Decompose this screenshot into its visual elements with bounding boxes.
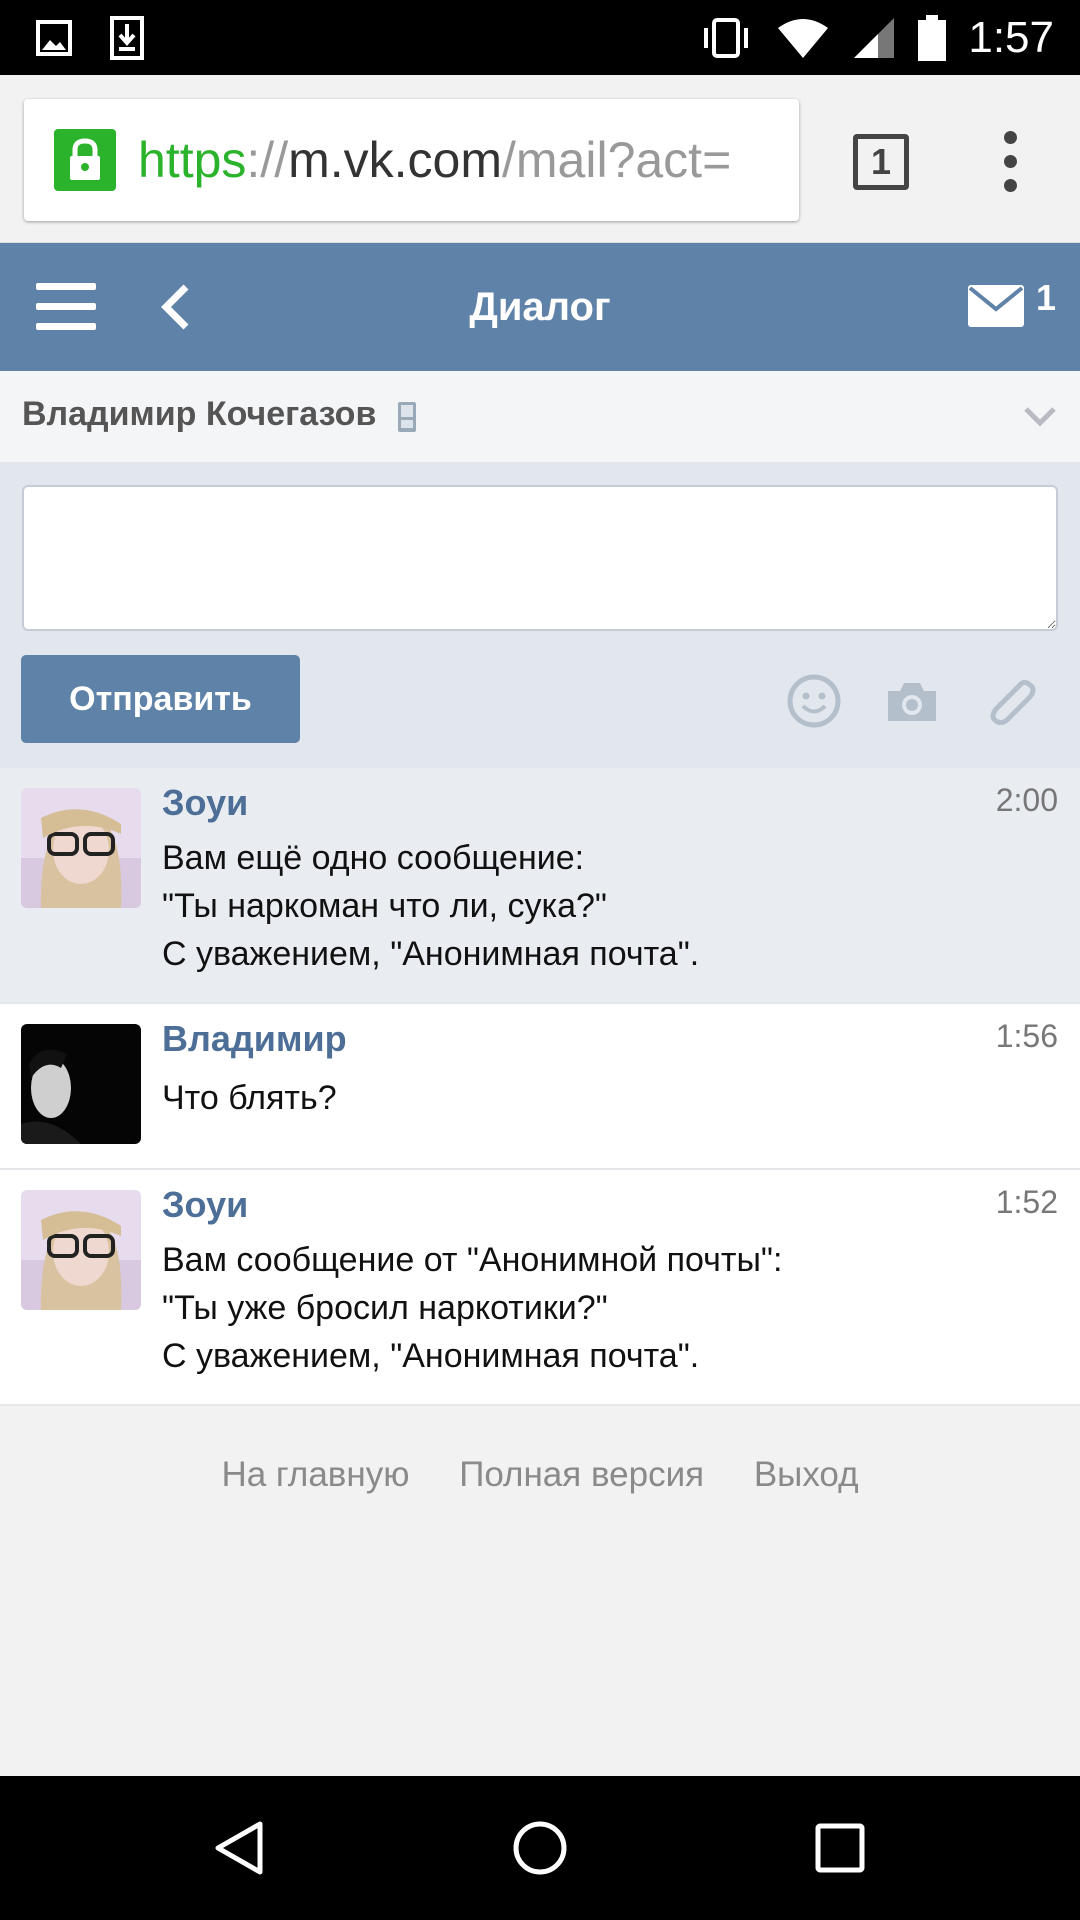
url-path: /mail?act=: [502, 132, 732, 188]
camera-icon[interactable]: [884, 673, 940, 729]
url-scheme: https: [138, 132, 247, 188]
url-text: https://m.vk.com/mail?act=: [138, 129, 731, 191]
message-item[interactable]: Зоуи 2:00 Вам ещё одно сообщение: "Ты на…: [0, 768, 1080, 1004]
dialog-peer-bar[interactable]: Владимир Кочегазов: [0, 371, 1080, 463]
message-time: 1:56: [995, 1018, 1058, 1054]
message-author[interactable]: Зоуи: [162, 782, 248, 824]
hamburger-menu-icon[interactable]: [36, 283, 96, 331]
back-arrow-icon[interactable]: [150, 279, 206, 335]
message-line: "Ты наркоман что ли, сука?": [162, 887, 607, 925]
message-line: "Ты уже бросил наркотики?": [162, 1289, 608, 1327]
battery-icon: [918, 14, 947, 61]
recents-square-icon[interactable]: [808, 1816, 872, 1880]
status-bar: 1:57: [0, 0, 1080, 75]
unread-count-badge[interactable]: 1: [1036, 277, 1056, 319]
browser-toolbar: https://m.vk.com/mail?act= 1: [0, 75, 1080, 243]
app-header: Диалог 1: [0, 243, 1080, 371]
paperclip-icon[interactable]: [982, 673, 1038, 729]
image-icon: [36, 20, 72, 56]
footer-link-logout[interactable]: Выход: [754, 1455, 859, 1494]
message-input[interactable]: [22, 485, 1058, 631]
clock: 1:57: [968, 12, 1054, 62]
navigation-bar: [0, 1776, 1080, 1920]
message-line: С уважением, "Анонимная почта".: [162, 935, 700, 973]
message-item[interactable]: Владимир 1:56 Что блять?: [0, 1004, 1080, 1170]
signal-icon: [854, 17, 895, 58]
message-line: Вам сообщение от "Анонимной почты":: [162, 1241, 783, 1279]
download-icon: [110, 16, 144, 60]
avatar[interactable]: [21, 788, 141, 908]
mobile-phone-icon: [398, 402, 416, 432]
smiley-icon[interactable]: [786, 673, 842, 729]
peer-name: Владимир Кочегазов: [22, 395, 377, 433]
back-triangle-icon[interactable]: [208, 1816, 272, 1880]
address-bar[interactable]: https://m.vk.com/mail?act=: [24, 99, 799, 221]
overflow-menu-icon[interactable]: [995, 131, 1025, 193]
avatar[interactable]: [21, 1190, 141, 1310]
message-text: Что блять?: [162, 1074, 337, 1122]
footer-link-home[interactable]: На главную: [221, 1455, 409, 1494]
wifi-icon: [778, 18, 829, 58]
message-line: С уважением, "Анонимная почта".: [162, 1337, 700, 1375]
url-separator: ://: [246, 132, 289, 188]
message-author[interactable]: Владимир: [162, 1018, 347, 1060]
home-circle-icon[interactable]: [508, 1816, 572, 1880]
lock-icon: [54, 129, 116, 191]
message-author[interactable]: Зоуи: [162, 1184, 248, 1226]
message-line: Что блять?: [162, 1079, 337, 1117]
message-text: Вам ещё одно сообщение: "Ты наркоман что…: [162, 834, 699, 978]
url-host: m.vk.com: [288, 132, 502, 188]
message-time: 1:52: [995, 1184, 1058, 1220]
send-button[interactable]: Отправить: [21, 655, 300, 743]
message-time: 2:00: [995, 782, 1058, 818]
message-text: Вам сообщение от "Анонимной почты": "Ты …: [162, 1236, 782, 1380]
chevron-down-icon[interactable]: [1020, 397, 1060, 437]
vibrate-icon: [704, 17, 749, 58]
message-composer: Отправить: [0, 463, 1080, 768]
message-line: Вам ещё одно сообщение:: [162, 839, 585, 877]
footer-link-full-version[interactable]: Полная версия: [459, 1455, 704, 1494]
envelope-icon[interactable]: [968, 285, 1024, 327]
message-item[interactable]: Зоуи 1:52 Вам сообщение от "Анонимной по…: [0, 1170, 1080, 1406]
avatar[interactable]: [21, 1024, 141, 1144]
footer-links: На главную Полная версия Выход: [0, 1455, 1080, 1495]
tab-switcher-button[interactable]: 1: [853, 134, 909, 190]
